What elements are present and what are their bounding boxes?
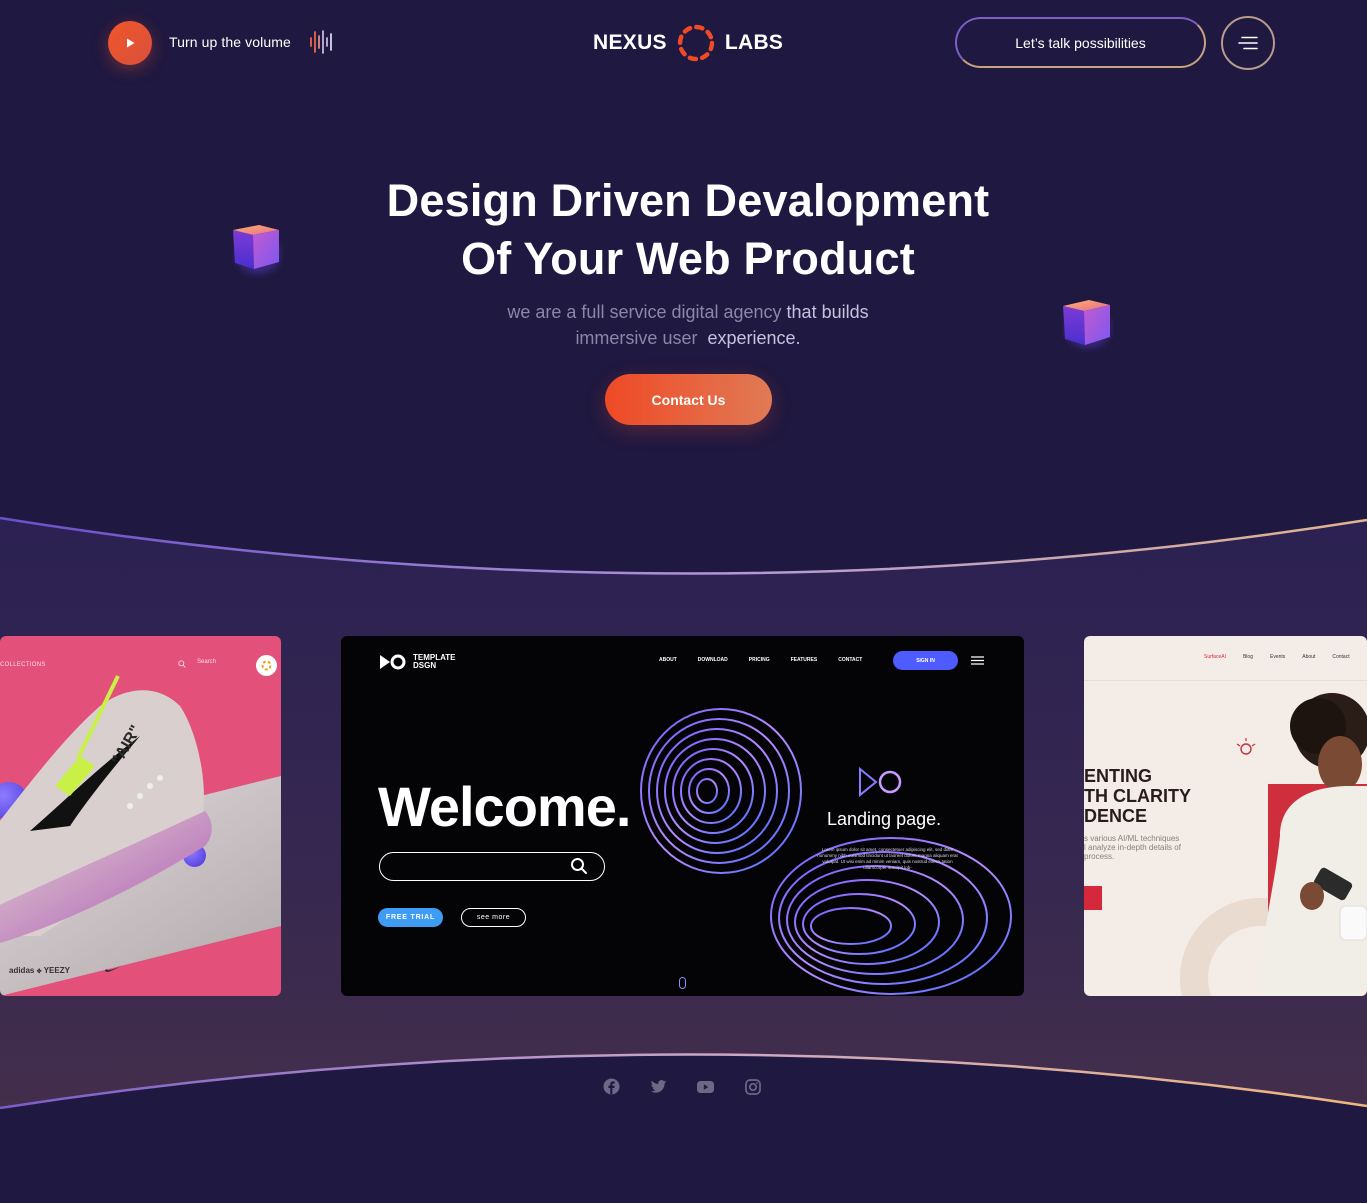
person-with-phone-image — [1260, 693, 1367, 996]
sneaker-brand-logo — [256, 655, 277, 676]
surfaceai-nav: SurfaceAI Blog Events About Contact — [1204, 654, 1350, 660]
surfaceai-nav-about[interactable]: About — [1302, 654, 1315, 660]
template-dsgn-logo[interactable]: TEMPLATE DSGN — [379, 654, 456, 670]
social-links — [603, 1078, 761, 1095]
play-sound-button[interactable] — [108, 21, 152, 65]
template-see-more-button[interactable]: see more — [461, 908, 526, 927]
brand-row: adidas ✤ YEEZY — [9, 966, 70, 975]
talk-possibilities-button[interactable]: Let’s talk possibilities — [955, 17, 1206, 68]
contour-wave-graphic — [640, 708, 1012, 995]
logo-word-nexus: NEXUS — [593, 31, 667, 54]
template-nav: ABOUT DOWNLOAD PRICING FEATURES CONTACT — [659, 657, 862, 663]
surfaceai-nav-divider — [1084, 680, 1367, 681]
landing-logo-icon — [859, 767, 902, 797]
logo-word-labs: LABS — [724, 31, 784, 54]
template-logo-icon — [380, 654, 406, 670]
menu-button[interactable] — [1221, 16, 1275, 70]
adidas-leaf-icon: ✤ — [36, 969, 42, 975]
chevron-right-icon: › — [247, 968, 251, 977]
hero-title-line-1: Design Driven Devalopment — [386, 175, 990, 226]
instagram-icon — [744, 1078, 761, 1095]
volume-label: Turn up the volume — [169, 34, 291, 50]
template-free-trial-button[interactable]: FREE TRIAL — [378, 908, 443, 927]
instagram-link[interactable] — [744, 1078, 761, 1095]
sneaker-image: "AIR" — [0, 675, 212, 943]
hero-title: Design Driven Devalopment Of Your Web Pr… — [283, 172, 1093, 288]
template-sign-in-button[interactable]: SIGN IN — [893, 651, 958, 670]
landing-lorem-text: Lorem ipsum dolor sit amet, consectetuer… — [817, 847, 958, 870]
subtitle-part-a: we are a full service digital agency — [507, 302, 782, 322]
template-hamburger-icon[interactable] — [971, 656, 984, 665]
twitter-icon — [650, 1079, 667, 1093]
youtube-link[interactable] — [697, 1078, 714, 1095]
nike-swoosh-icon — [105, 966, 121, 972]
hamburger-icon — [1238, 36, 1258, 50]
showcase-card-sneaker[interactable]: COLLECTIONS Search "AIR" adidas ✤ YEEZY … — [0, 636, 281, 996]
facebook-link[interactable] — [603, 1078, 620, 1095]
showcase-card-template-dsgn[interactable]: TEMPLATE DSGN ABOUT DOWNLOAD PRICING FEA… — [341, 636, 1024, 996]
sneaker-next-link[interactable]: NEXT › — [219, 968, 250, 977]
hero-subtitle: we are a full service digital agency tha… — [433, 299, 943, 351]
cube-decoration-left — [233, 225, 280, 274]
youtube-icon — [697, 1080, 714, 1093]
brand-yeezy: YEEZY — [43, 966, 70, 975]
template-logo-line-2: DSGN — [413, 661, 437, 670]
logo-ring-icon — [677, 24, 715, 62]
subtitle-part-c: immersive user — [575, 328, 698, 348]
cube-decoration-right — [1063, 300, 1110, 348]
surfaceai-nav-events[interactable]: Events — [1270, 654, 1285, 660]
contact-us-button[interactable]: Contact Us — [605, 374, 772, 425]
showcase-card-surfaceai[interactable]: SurfaceAI Blog Events About Contact ENTI… — [1084, 636, 1367, 996]
nexus-labs-logo[interactable]: NEXUS LABS — [593, 22, 783, 64]
surfaceai-nav-contact[interactable]: Contact — [1332, 654, 1349, 660]
surfaceai-headline: ENTING TH CLARITY DENCE — [1084, 766, 1191, 826]
template-search-icon[interactable] — [570, 857, 588, 875]
template-nav-download[interactable]: DOWNLOAD — [698, 657, 728, 663]
brand-ring-icon — [261, 660, 272, 671]
sound-wave-icon[interactable] — [309, 29, 335, 55]
play-icon — [127, 38, 135, 48]
template-nav-features[interactable]: FEATURES — [791, 657, 818, 663]
sneaker-next-label: NEXT — [219, 971, 237, 977]
template-welcome-heading: Welcome. — [378, 775, 631, 838]
site-header: Turn up the volume NEXUS LABS Let’s talk… — [0, 0, 1367, 90]
surfaceai-nav-blog[interactable]: Blog — [1243, 654, 1253, 660]
brand-adidas: adidas — [9, 966, 35, 975]
template-logo-text: TEMPLATE DSGN — [413, 654, 456, 670]
twitter-link[interactable] — [650, 1078, 667, 1095]
subtitle-part-d: experience. — [707, 328, 801, 348]
template-nav-about[interactable]: ABOUT — [659, 657, 677, 663]
surfaceai-cta-button[interactable] — [1084, 886, 1102, 910]
hero-title-line-2: Of Your Web Product — [461, 233, 915, 284]
template-nav-pricing[interactable]: PRICING — [749, 657, 770, 663]
scroll-mouse-icon[interactable] — [679, 977, 686, 989]
surfaceai-subtext: s various AI/ML techniques l analyze in-… — [1084, 834, 1181, 861]
subtitle-part-b: that builds — [786, 302, 869, 322]
landing-page-heading: Landing page. — [827, 809, 942, 829]
template-nav-contact[interactable]: CONTACT — [838, 657, 862, 663]
surfaceai-nav-home[interactable]: SurfaceAI — [1204, 654, 1226, 660]
facebook-icon — [603, 1078, 620, 1095]
